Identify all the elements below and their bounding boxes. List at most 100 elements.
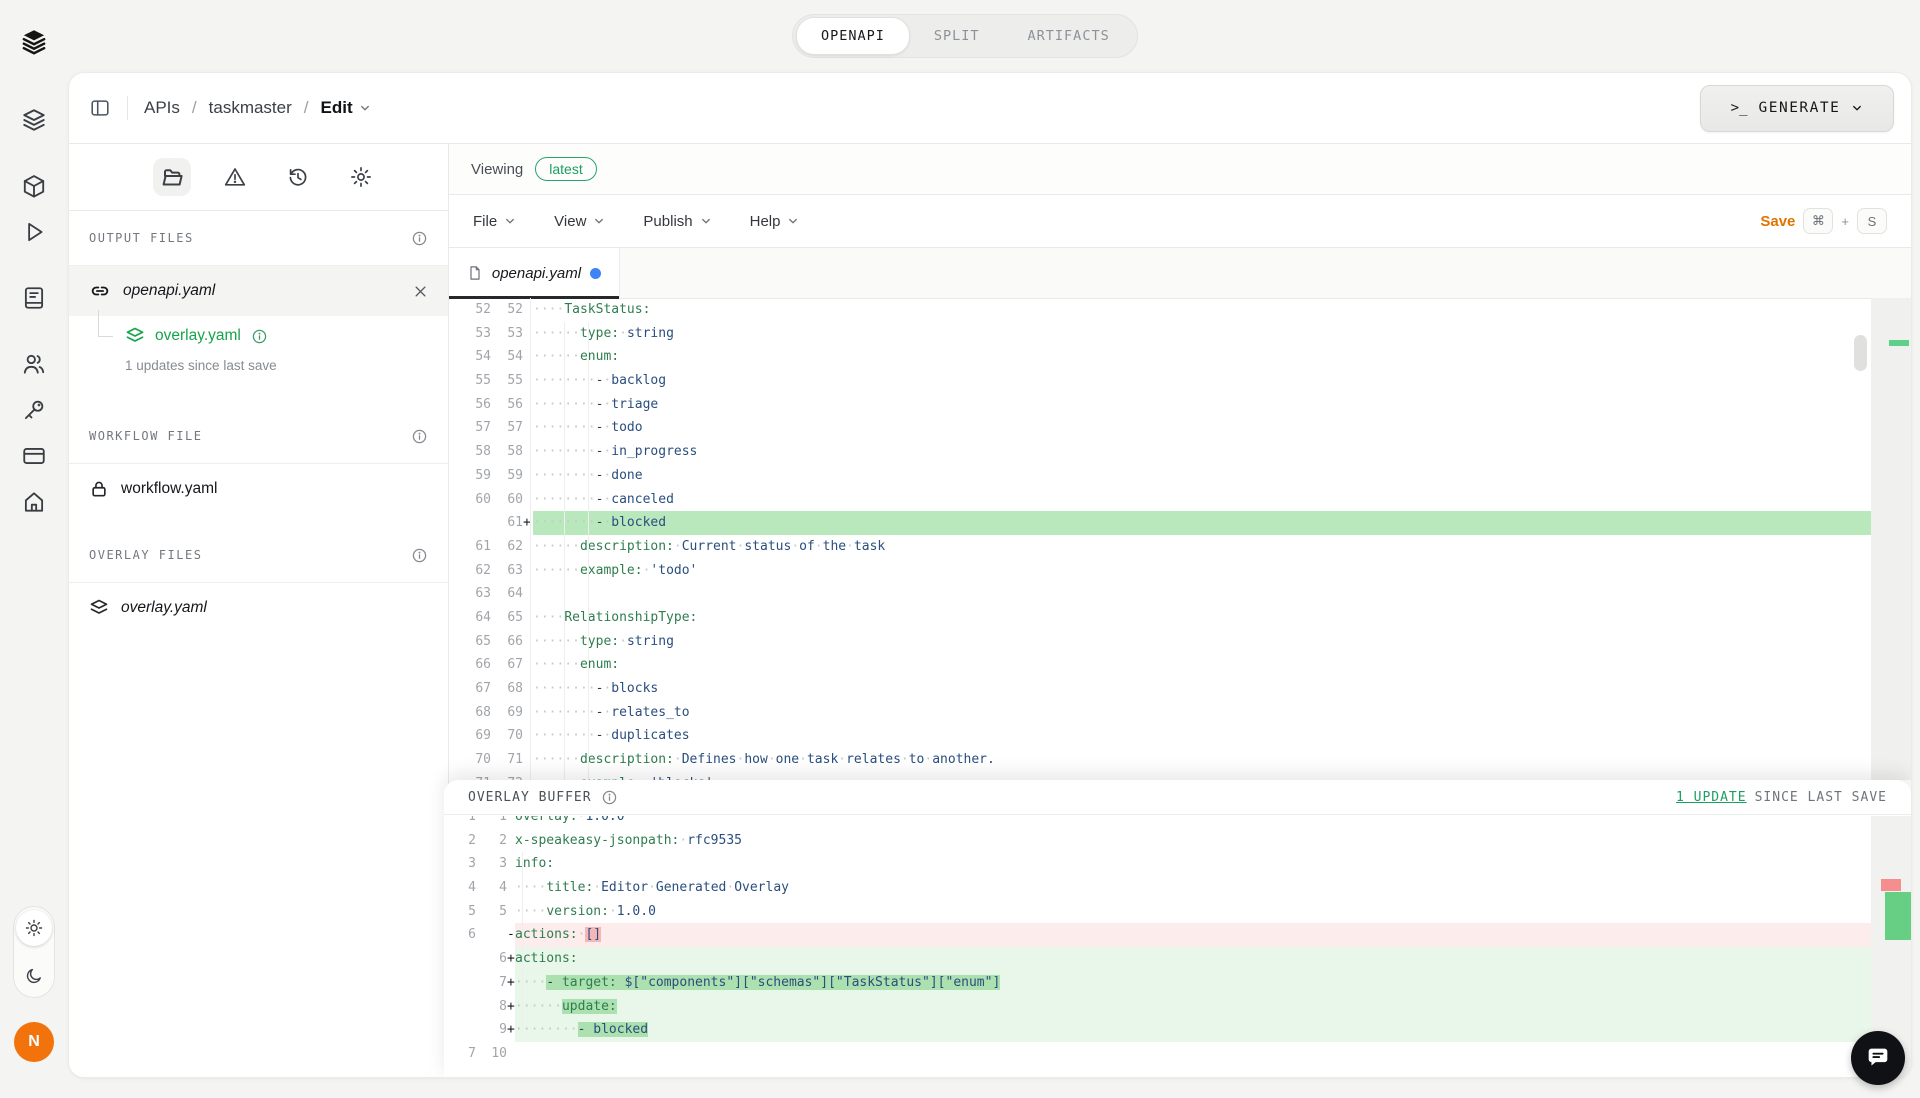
code-line[interactable]: 6-actions:·[]: [449, 923, 1911, 947]
chat-button[interactable]: [1851, 1031, 1905, 1085]
home-icon[interactable]: [16, 484, 52, 520]
file-row-overlay[interactable]: overlay.yaml: [69, 583, 448, 633]
speakeasy-logo-icon[interactable]: [16, 24, 52, 60]
history-tab-button[interactable]: [279, 158, 317, 196]
code-line[interactable]: 8+······update:: [449, 995, 1911, 1019]
code-line[interactable]: 6768········-·blocks: [449, 677, 1911, 701]
file-row-workflow[interactable]: workflow.yaml: [69, 464, 448, 514]
code-line[interactable]: 5353······type:·string: [449, 322, 1911, 346]
code-line[interactable]: 5454······enum:: [449, 345, 1911, 369]
viewing-label: Viewing: [471, 161, 523, 178]
file-child-overlay: overlay.yaml: [69, 316, 448, 352]
code-line[interactable]: 5656········-·triage: [449, 393, 1911, 417]
code-line[interactable]: 61+········-·blocked: [449, 511, 1911, 535]
code-line[interactable]: 710: [449, 1042, 1911, 1066]
tab-openapi-yaml[interactable]: openapi.yaml: [449, 248, 620, 298]
indent-guide: [588, 322, 589, 780]
code-line[interactable]: 44····title:·Editor·Generated·Overlay: [449, 876, 1911, 900]
sun-icon: [24, 918, 44, 938]
code-line[interactable]: 6667······enum:: [449, 653, 1911, 677]
breadcrumb-edit-dropdown[interactable]: Edit: [321, 98, 371, 118]
info-icon[interactable]: [251, 328, 268, 345]
file-name: openapi.yaml: [123, 282, 215, 300]
code-line[interactable]: 6060········-·canceled: [449, 488, 1911, 512]
indent-guide: [522, 852, 523, 1032]
chat-bubble-icon: [1864, 1044, 1892, 1072]
save-group: Save ⌘ + S: [1760, 208, 1887, 234]
top-bar: APIs / taskmaster / Edit >_ GENERATE: [69, 73, 1911, 144]
s-key: S: [1857, 208, 1887, 234]
menu-help[interactable]: Help: [750, 213, 800, 230]
theme-toggle: [13, 906, 55, 998]
code-line[interactable]: 22x-speakeasy-jsonpath:·rfc9535: [449, 829, 1911, 853]
code-line[interactable]: 5252····TaskStatus:: [449, 298, 1911, 322]
file-row-overlay-child[interactable]: overlay.yaml: [125, 326, 448, 346]
code-line[interactable]: 9+········-·blocked: [449, 1018, 1911, 1042]
section-workflow-file: WORKFLOW FILE: [69, 409, 448, 464]
code-line[interactable]: 6970········-·duplicates: [449, 724, 1911, 748]
close-icon[interactable]: [413, 284, 428, 299]
overlay-status: 1 UPDATESINCE LAST SAVE: [1676, 790, 1887, 805]
menu-label: Help: [750, 213, 781, 230]
editor-menubar: File View Publish Help Save ⌘ + S: [449, 195, 1911, 248]
info-icon[interactable]: [601, 789, 618, 806]
code-line[interactable]: 7172······example:·'blocks': [449, 772, 1911, 780]
code-line[interactable]: 6465····RelationshipType:: [449, 606, 1911, 630]
file-row-openapi[interactable]: openapi.yaml: [69, 266, 448, 316]
code-line[interactable]: 7071······description:·Defines·how·one·t…: [449, 748, 1911, 772]
code-line[interactable]: 5555········-·backlog: [449, 369, 1911, 393]
code-line[interactable]: 33info:: [449, 852, 1911, 876]
tab-artifacts[interactable]: ARTIFACTS: [1004, 18, 1134, 54]
cmd-key: ⌘: [1803, 208, 1833, 234]
layers-icon: [125, 326, 145, 346]
menu-file[interactable]: File: [473, 213, 516, 230]
section-overlay-files: OVERLAY FILES: [69, 528, 448, 583]
code-line[interactable]: 5959········-·done: [449, 464, 1911, 488]
files-tab-button[interactable]: [153, 158, 191, 196]
menu-view[interactable]: View: [554, 213, 605, 230]
generate-button[interactable]: >_ GENERATE: [1700, 85, 1894, 132]
code-line[interactable]: 6566······type:·string: [449, 630, 1911, 654]
tab-split[interactable]: SPLIT: [910, 18, 1004, 54]
docs-book-icon[interactable]: [16, 280, 52, 316]
code-line[interactable]: 6+actions:: [449, 947, 1911, 971]
code-line[interactable]: 11overlay:·1.0.0: [449, 816, 1911, 829]
code-line[interactable]: 55····version:·1.0.0: [449, 900, 1911, 924]
problems-tab-button[interactable]: [216, 158, 254, 196]
dark-mode-button[interactable]: [16, 958, 52, 994]
code-line[interactable]: 5757········-·todo: [449, 416, 1911, 440]
billing-card-icon[interactable]: [16, 438, 52, 474]
info-icon[interactable]: [411, 230, 428, 247]
scrollbar-thumb[interactable]: [1854, 335, 1867, 371]
code-line[interactable]: 6162······description:·Current·status·of…: [449, 535, 1911, 559]
code-line[interactable]: 6364: [449, 582, 1911, 606]
settings-tab-button[interactable]: [342, 158, 380, 196]
tab-openapi[interactable]: OPENAPI: [796, 17, 910, 55]
layers-icon[interactable]: [16, 102, 52, 138]
file-name: overlay.yaml: [121, 599, 207, 617]
info-icon[interactable]: [411, 547, 428, 564]
info-icon[interactable]: [411, 428, 428, 445]
toggle-sidebar-icon[interactable]: [89, 97, 111, 119]
code-line[interactable]: 7+····-·target:·$["components"]["schemas…: [449, 971, 1911, 995]
menu-publish[interactable]: Publish: [643, 213, 711, 230]
updates-link[interactable]: 1 UPDATE: [1676, 790, 1747, 805]
code-line[interactable]: 6263······example:·'todo': [449, 559, 1911, 583]
viewing-latest-badge[interactable]: latest: [535, 157, 596, 181]
user-avatar[interactable]: N: [14, 1022, 54, 1062]
menu-label: View: [554, 213, 586, 230]
breadcrumb-edit-label: Edit: [321, 98, 353, 118]
code-line[interactable]: 5858········-·in_progress: [449, 440, 1911, 464]
users-icon[interactable]: [16, 346, 52, 382]
chevron-down-icon: [504, 215, 516, 227]
overlay-code-editor: 11overlay:·1.0.022x-speakeasy-jsonpath:·…: [449, 816, 1911, 1078]
run-play-icon[interactable]: [16, 214, 52, 250]
breadcrumb-apis[interactable]: APIs: [144, 98, 180, 118]
package-icon[interactable]: [16, 168, 52, 204]
light-mode-button[interactable]: [16, 910, 52, 946]
code-line[interactable]: 6869········-·relates_to: [449, 701, 1911, 725]
breadcrumb-taskmaster[interactable]: taskmaster: [209, 98, 292, 118]
added-marker: [1885, 892, 1911, 940]
api-key-icon[interactable]: [16, 392, 52, 428]
save-button[interactable]: Save: [1760, 213, 1795, 230]
